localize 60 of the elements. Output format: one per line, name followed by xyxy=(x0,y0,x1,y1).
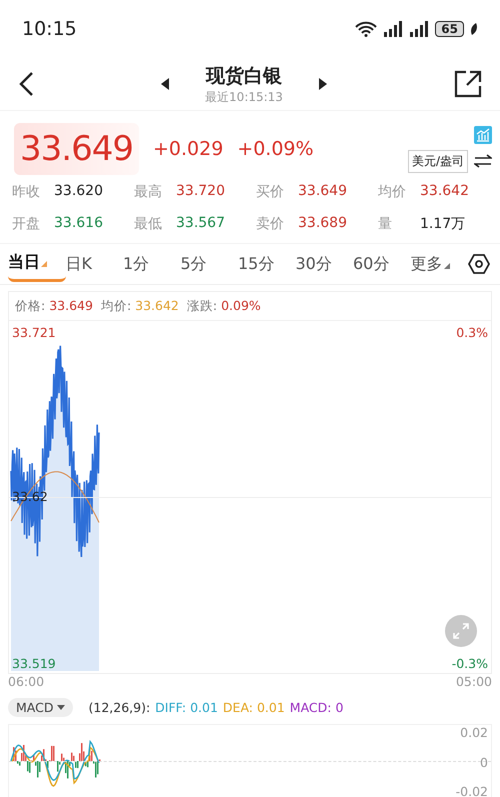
period-tab[interactable]: 30分 xyxy=(296,248,353,280)
stat-label: 开盘 xyxy=(12,215,41,234)
next-icon[interactable] xyxy=(318,78,327,90)
stat-value: 1.17万 xyxy=(420,215,466,234)
indicator-value: MACD: 0 xyxy=(290,700,344,714)
legend-item: 涨跌: 0.09% xyxy=(186,298,261,314)
wifi-icon xyxy=(355,21,378,37)
swap-icon[interactable] xyxy=(474,154,492,168)
axis-label: 33.519 xyxy=(12,656,56,671)
time-label: 06:00 xyxy=(8,674,44,691)
stat-label: 最低 xyxy=(134,215,163,234)
current-price: 33.649 xyxy=(14,123,139,175)
time-label: 05:00 xyxy=(456,674,492,691)
expand-icon xyxy=(453,623,469,639)
signal-icon xyxy=(409,21,430,37)
legend-item: 价格: 33.649 xyxy=(15,298,93,314)
settings-icon[interactable] xyxy=(468,253,490,275)
axis-label: 0.02 xyxy=(460,725,488,740)
axis-label: 33.721 xyxy=(12,325,56,340)
period-tab[interactable]: 当日 xyxy=(8,246,66,282)
indicator-params: (12,26,9): xyxy=(88,700,150,714)
price-change: +0.029 xyxy=(152,138,224,160)
stat-label: 最高 xyxy=(134,183,163,202)
stat-value: 33.616 xyxy=(54,215,103,233)
stat-value: 33.567 xyxy=(176,215,225,233)
period-tab[interactable]: 15分 xyxy=(238,248,296,280)
stat-label: 昨收 xyxy=(12,183,41,202)
period-tab[interactable]: 5分 xyxy=(180,248,238,280)
axis-label: -0.3% xyxy=(452,656,488,671)
period-tab[interactable]: 日K xyxy=(66,248,123,280)
axis-label: 0.3% xyxy=(456,325,488,340)
stat-label: 量 xyxy=(378,215,393,234)
indicator-value: DEA: 0.01 xyxy=(222,700,285,714)
status-time: 10:15 xyxy=(22,18,77,40)
axis-label: 0 xyxy=(480,754,488,770)
stat-value: 33.649 xyxy=(298,183,347,201)
caret-icon xyxy=(57,704,66,710)
axis-label: -0.02 xyxy=(456,784,488,797)
stat-label: 卖价 xyxy=(256,215,285,234)
back-icon[interactable] xyxy=(18,71,34,97)
period-tab[interactable]: 1分 xyxy=(123,248,180,280)
stat-value: 33.689 xyxy=(298,215,347,233)
indicator-value: DIFF: 0.01 xyxy=(155,700,218,714)
stat-label: 买价 xyxy=(256,183,285,202)
period-tab[interactable]: 60分 xyxy=(353,248,410,280)
legend-item: 均价: 33.642 xyxy=(100,298,179,314)
battery-level: 65 xyxy=(435,21,464,37)
unit-label: 美元/盎司 xyxy=(408,150,468,172)
indicator-dropdown[interactable]: MACD xyxy=(8,698,74,716)
leaf-icon xyxy=(470,22,478,36)
period-tab[interactable]: 更多 xyxy=(410,248,468,280)
signal-icon xyxy=(383,21,404,37)
share-icon[interactable] xyxy=(454,70,482,98)
stat-label: 均价 xyxy=(378,183,407,202)
previous-icon[interactable] xyxy=(161,78,170,90)
percent-change: +0.09% xyxy=(237,138,314,160)
stat-value: 33.620 xyxy=(54,183,103,201)
page-title: 现货白银 xyxy=(206,64,282,88)
stat-value: 33.642 xyxy=(420,183,469,201)
stat-value: 33.720 xyxy=(176,183,225,201)
